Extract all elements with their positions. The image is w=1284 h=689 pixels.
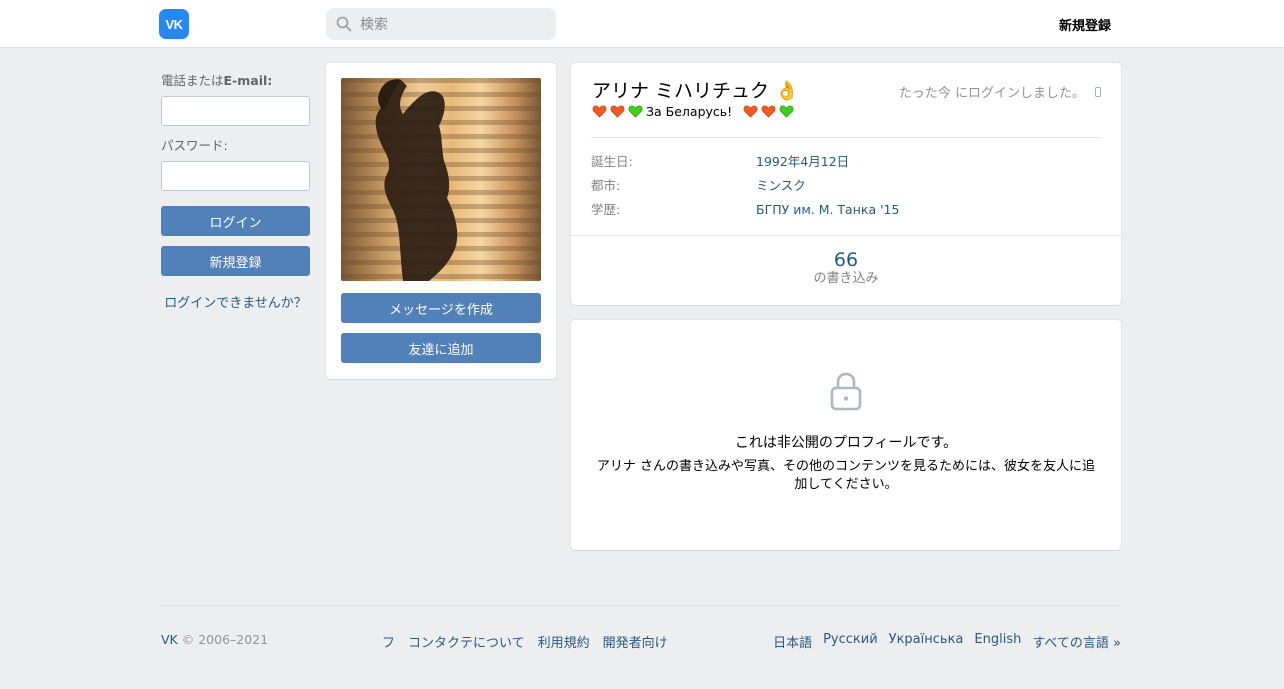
orange-heart-icon	[592, 105, 607, 118]
footer-copyright: VK © 2006–2021	[161, 632, 268, 647]
info-value-link[interactable]: ミンスク	[756, 177, 806, 195]
orange-heart-icon	[761, 105, 776, 118]
info-value-link[interactable]: БГПУ им. М. Танка '15	[756, 201, 899, 219]
posts-counter[interactable]: 66 の書き込み	[571, 249, 1121, 287]
footer-languages: 日本語 Русский Українська English すべての言語 »	[773, 632, 1121, 651]
language-link[interactable]: 日本語	[773, 632, 812, 651]
green-heart-icon	[628, 105, 643, 118]
footer-link-terms[interactable]: 利用規約	[538, 632, 590, 651]
copyright-text: © 2006–2021	[181, 632, 269, 647]
status-text: За Беларусь!	[646, 104, 733, 119]
avatar-card: メッセージを作成 友達に追加	[326, 63, 556, 379]
private-profile-text: アリナ さんの書き込みや写真、その他のコンテンツを見るためには、彼女を友人に追加…	[596, 459, 1096, 492]
footer-brand-link[interactable]: VK	[161, 632, 178, 647]
online-status-text: たった今 にログインしました。	[898, 86, 1085, 101]
language-link[interactable]: Русский	[823, 632, 878, 651]
language-link[interactable]: Українська	[889, 632, 964, 651]
profile-name: アリナ ミハリチュク 👌	[592, 80, 799, 102]
orange-heart-icon	[610, 105, 625, 118]
info-label: 誕生日:	[591, 154, 633, 169]
profile-photo[interactable]	[341, 78, 541, 281]
posts-count: 66	[833, 249, 859, 271]
green-heart-icon	[779, 105, 794, 118]
divider	[571, 235, 1121, 236]
top-header: VK 検索 新規登録	[0, 0, 1284, 48]
footer-link-about[interactable]: コンタクテについて	[408, 632, 525, 651]
lock-icon	[830, 372, 862, 411]
search-icon	[336, 16, 352, 32]
private-profile-title: これは非公開のプロフィールです。	[734, 435, 958, 451]
posts-label: の書き込み	[813, 271, 879, 286]
vk-logo-icon[interactable]: VK	[159, 9, 189, 39]
add-friend-button[interactable]: 友達に追加	[341, 333, 541, 363]
search-placeholder: 検索	[360, 17, 388, 33]
info-label: 都市:	[591, 178, 621, 193]
login-form: 電話またはE-mail: パスワード: ログイン 新規登録 ログインできませんか…	[161, 72, 310, 311]
phone-email-field[interactable]	[161, 96, 310, 126]
forgot-login-link[interactable]: ログインできませんか？	[161, 292, 310, 311]
phone-email-label: 電話またはE-mail:	[161, 73, 273, 88]
private-profile-card: これは非公開のプロフィールです。 アリナ さんの書き込みや写真、その他のコンテン…	[571, 320, 1121, 550]
divider	[591, 137, 1101, 138]
footer-divider	[161, 605, 1121, 606]
write-message-button[interactable]: メッセージを作成	[341, 293, 541, 323]
search-input[interactable]: 検索	[326, 8, 556, 40]
info-value-link[interactable]: 1992年4月12日	[756, 153, 849, 171]
password-label: パスワード:	[161, 138, 228, 153]
login-button[interactable]: ログイン	[161, 206, 310, 236]
footer-links: フ コンタクテについて 利用規約 開発者向け	[382, 632, 668, 651]
profile-status: За Беларусь!	[592, 104, 797, 119]
language-link[interactable]: English	[974, 632, 1021, 651]
register-button[interactable]: 新規登録	[161, 246, 310, 276]
footer-link-developers[interactable]: 開発者向け	[603, 632, 668, 651]
profile-info-card: アリナ ミハリチュク 👌 За Беларусь! たった今 にログインしました…	[571, 63, 1121, 305]
online-status: たった今 にログインしました。	[899, 82, 1101, 101]
all-languages-link[interactable]: すべての言語 »	[1032, 632, 1121, 651]
info-label: 学歴:	[591, 202, 621, 217]
header-signup-link[interactable]: 新規登録	[1059, 15, 1111, 34]
footer-link[interactable]: フ	[382, 632, 395, 651]
mobile-phone-icon	[1095, 86, 1101, 97]
orange-heart-icon	[743, 105, 758, 118]
password-field[interactable]	[161, 161, 310, 191]
